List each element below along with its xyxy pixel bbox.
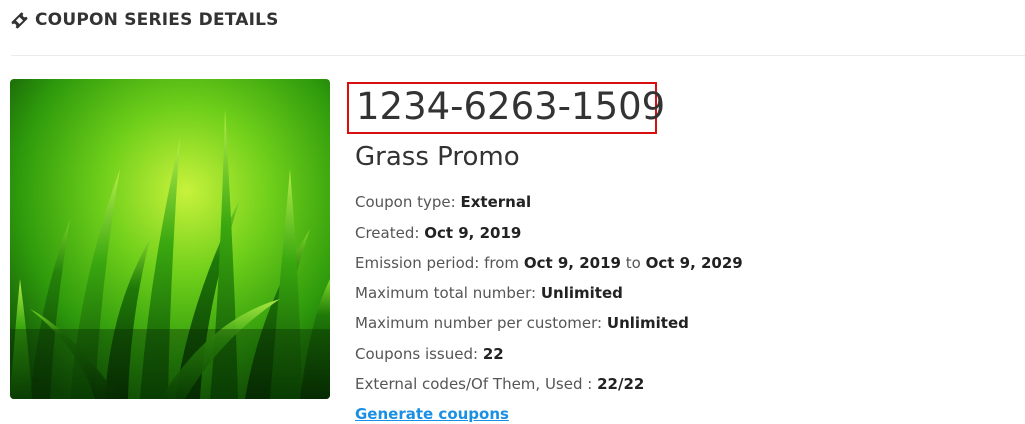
detail-label: External codes/Of Them, Used : (355, 375, 593, 393)
detail-value: Unlimited (606, 314, 689, 332)
detail-value: Unlimited (540, 284, 623, 302)
detail-value: Oct 9, 2019 (523, 254, 621, 272)
detail-label: to (625, 254, 641, 272)
detail-emission-period: Emission period: from Oct 9, 2019 to Oct… (355, 253, 743, 273)
detail-label: Maximum total number: (355, 284, 537, 302)
section-title: COUPON SERIES DETAILS (35, 10, 279, 30)
detail-value: Oct 9, 2019 (424, 224, 522, 242)
detail-max-total: Maximum total number: Unlimited (355, 283, 623, 303)
detail-label: Coupons issued: (355, 345, 479, 363)
grass-image (10, 79, 330, 399)
detail-created: Created: Oct 9, 2019 (355, 223, 521, 243)
series-code: 1234-6263-1509 (356, 85, 666, 128)
detail-max-per-customer: Maximum number per customer: Unlimited (355, 313, 689, 333)
series-name: Grass Promo (355, 142, 520, 172)
detail-value: External (460, 193, 532, 211)
detail-coupon-type: Coupon type: External (355, 192, 531, 212)
ticket-icon (11, 12, 28, 28)
detail-value: 22 (482, 345, 504, 363)
generate-coupons-link[interactable]: Generate coupons (355, 404, 509, 424)
divider (11, 55, 1025, 56)
detail-coupons-issued: Coupons issued: 22 (355, 344, 504, 364)
detail-external-codes: External codes/Of Them, Used : 22/22 (355, 374, 644, 394)
detail-label: Coupon type: (355, 193, 456, 211)
section-header: COUPON SERIES DETAILS (11, 8, 279, 32)
detail-value: Oct 9, 2029 (645, 254, 743, 272)
detail-label: Created: (355, 224, 420, 242)
detail-value: 22/22 (597, 375, 645, 393)
detail-label: Emission period: from (355, 254, 520, 272)
detail-label: Maximum number per customer: (355, 314, 603, 332)
